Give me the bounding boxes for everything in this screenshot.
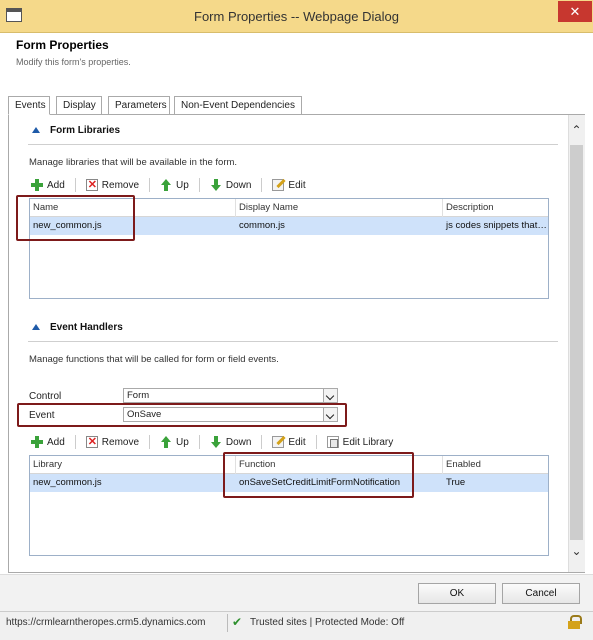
collapse-triangle-icon[interactable] <box>32 324 40 330</box>
title-bar: Form Properties -- Webpage Dialog ✕ <box>0 0 593 33</box>
window-title: Form Properties -- Webpage Dialog <box>194 9 399 24</box>
toolbar-separator <box>149 435 151 449</box>
cell-enabled: True <box>446 477 466 488</box>
lock-icon <box>568 615 582 629</box>
scroll-up-icon[interactable]: ⌃ <box>568 122 585 139</box>
status-separator <box>227 614 228 632</box>
add-icon <box>31 436 43 448</box>
up-label: Up <box>176 436 189 448</box>
remove-label: Remove <box>101 436 140 448</box>
down-label: Down <box>225 436 252 448</box>
form-libraries-description: Manage libraries that will be available … <box>29 157 238 168</box>
edit-handler-button[interactable]: Edit <box>272 436 306 448</box>
control-label: Control <box>29 391 62 402</box>
edit-library-button[interactable]: Edit <box>272 179 306 191</box>
form-libraries-heading: Form Libraries <box>50 125 121 136</box>
toolbar-separator <box>74 435 76 449</box>
collapse-triangle-icon[interactable] <box>32 127 40 133</box>
down-handler-button[interactable]: Down <box>210 436 252 448</box>
edit-label: Edit <box>288 179 306 191</box>
up-label: Up <box>176 179 189 191</box>
remove-library-button[interactable]: Remove <box>85 178 140 191</box>
toolbar-separator <box>261 178 263 192</box>
event-handlers-description: Manage functions that will be called for… <box>29 354 279 365</box>
cancel-button[interactable]: Cancel <box>502 583 580 604</box>
remove-icon <box>85 435 98 448</box>
section-divider <box>28 144 558 145</box>
tab-non-event-dependencies[interactable]: Non-Event Dependencies <box>174 96 302 115</box>
toolbar-separator <box>261 435 263 449</box>
add-icon <box>31 179 43 191</box>
down-arrow-icon <box>210 436 222 448</box>
down-arrow-icon <box>210 179 222 191</box>
add-label: Add <box>47 436 65 448</box>
column-header-enabled[interactable]: Enabled <box>446 459 481 470</box>
scroll-down-icon[interactable]: ⌄ <box>568 543 585 560</box>
column-header-library[interactable]: Library <box>33 459 62 470</box>
cell-display-name: common.js <box>239 220 285 231</box>
edit-icon <box>272 436 285 448</box>
remove-label: Remove <box>101 179 140 191</box>
edit-library-icon <box>326 436 339 448</box>
close-button[interactable]: ✕ <box>558 1 592 22</box>
toolbar-separator <box>149 178 151 192</box>
remove-icon <box>85 178 98 191</box>
chevron-down-icon <box>323 389 337 402</box>
down-label: Down <box>225 179 252 191</box>
remove-handler-button[interactable]: Remove <box>85 435 140 448</box>
event-handlers-toolbar: Add Remove Up Down Edit Edit Library <box>31 435 393 449</box>
event-handlers-heading: Event Handlers <box>50 322 123 333</box>
scroll-thumb[interactable] <box>570 145 583 540</box>
toolbar-separator <box>198 435 200 449</box>
cell-description: js codes snippets that… <box>446 220 547 231</box>
column-separator <box>442 456 443 474</box>
control-value: Form <box>127 390 150 401</box>
toolbar-separator <box>74 178 76 192</box>
up-handler-button[interactable]: Up <box>160 436 189 448</box>
column-separator <box>235 199 236 217</box>
security-zone-text: Trusted sites | Protected Mode: Off <box>250 617 405 628</box>
add-library-button[interactable]: Add <box>31 179 65 191</box>
highlight-box <box>17 403 347 427</box>
up-library-button[interactable]: Up <box>160 179 189 191</box>
ok-button[interactable]: OK <box>418 583 496 604</box>
checkmark-icon: ✔ <box>232 615 243 629</box>
add-label: Add <box>47 179 65 191</box>
cell-library: new_common.js <box>33 477 102 488</box>
highlight-box <box>16 195 135 241</box>
highlight-box <box>223 452 414 498</box>
tab-display[interactable]: Display <box>56 96 102 115</box>
status-url: https://crmlearntheropes.crm5.dynamics.c… <box>6 617 206 628</box>
add-handler-button[interactable]: Add <box>31 436 65 448</box>
page-title: Form Properties <box>16 38 109 52</box>
edit-icon <box>272 179 285 191</box>
column-separator <box>442 199 443 217</box>
column-header-description[interactable]: Description <box>446 202 494 213</box>
up-arrow-icon <box>160 436 172 448</box>
edit-library-button[interactable]: Edit Library <box>326 436 394 448</box>
edit-library-label: Edit Library <box>342 436 394 448</box>
edit-label: Edit <box>288 436 306 448</box>
tab-parameters[interactable]: Parameters <box>108 96 170 115</box>
column-header-display-name[interactable]: Display Name <box>239 202 298 213</box>
toolbar-separator <box>315 435 317 449</box>
toolbar-separator <box>198 178 200 192</box>
tab-events[interactable]: Events <box>8 96 50 115</box>
page-subtitle: Modify this form's properties. <box>16 57 131 67</box>
down-library-button[interactable]: Down <box>210 179 252 191</box>
form-libraries-toolbar: Add Remove Up Down Edit <box>31 178 306 192</box>
section-divider <box>28 341 558 342</box>
up-arrow-icon <box>160 179 172 191</box>
control-select[interactable]: Form <box>123 388 338 403</box>
